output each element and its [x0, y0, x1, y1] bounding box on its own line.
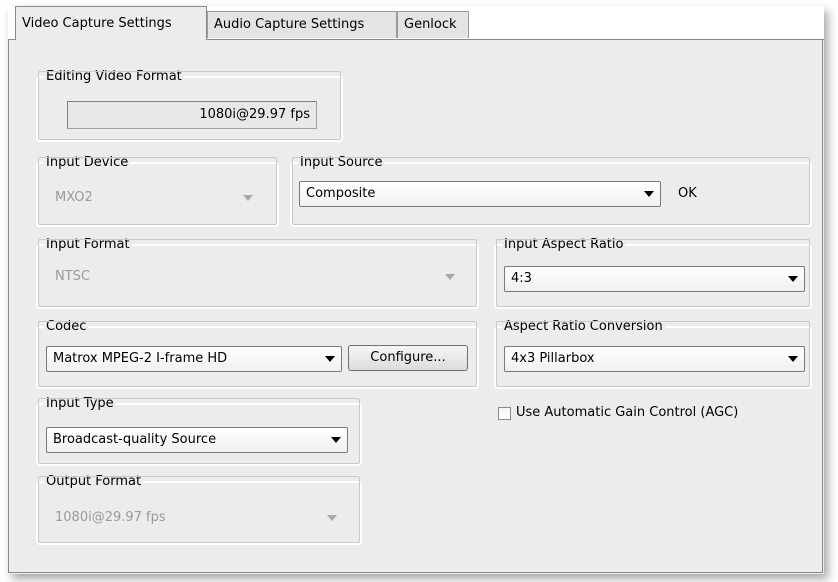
output-format-legend: Output Format	[46, 474, 142, 489]
output-format-value: 1080i@29.97 fps	[55, 510, 166, 525]
input-format-legend: Input Format	[46, 237, 130, 252]
input-format-dropdown[interactable]: NTSC	[48, 264, 462, 290]
input-device-value: MXO2	[55, 190, 93, 205]
aspect-ratio-conversion-legend: Aspect Ratio Conversion	[504, 319, 663, 334]
aspect-ratio-conversion-value: 4x3 Pillarbox	[511, 351, 595, 366]
chevron-down-icon	[325, 356, 335, 362]
chevron-down-icon	[327, 515, 337, 521]
chevron-down-icon	[788, 356, 798, 362]
capture-settings-window: Video Capture Settings Audio Capture Set…	[8, 6, 824, 574]
input-device-legend: Input Device	[46, 155, 129, 170]
input-type-value: Broadcast-quality Source	[53, 432, 217, 447]
codec-value: Matrox MPEG-2 I-frame HD	[53, 351, 228, 366]
chevron-down-icon	[243, 195, 253, 201]
tab-genlock[interactable]: Genlock	[397, 11, 469, 38]
chevron-down-icon	[788, 276, 798, 282]
tab-audio-capture-settings[interactable]: Audio Capture Settings	[207, 11, 397, 38]
input-aspect-ratio-legend: Input Aspect Ratio	[504, 237, 624, 252]
input-aspect-ratio-value: 4:3	[511, 271, 532, 286]
input-type-legend: Input Type	[46, 396, 114, 411]
tab-bar: Video Capture Settings Audio Capture Set…	[8, 6, 824, 40]
editing-video-format-field: 1080i@29.97 fps	[67, 101, 317, 129]
input-source-dropdown[interactable]: Composite	[299, 181, 661, 207]
chevron-down-icon	[331, 437, 341, 443]
input-source-value: Composite	[306, 186, 376, 201]
input-source-legend: Input Source	[300, 155, 383, 170]
aspect-ratio-conversion-dropdown[interactable]: 4x3 Pillarbox	[504, 346, 805, 372]
output-format-dropdown[interactable]: 1080i@29.97 fps	[48, 505, 344, 531]
tab-panel-video-capture: Editing Video Format 1080i@29.97 fps Inp…	[8, 40, 823, 573]
input-source-status: OK	[678, 186, 697, 201]
input-type-dropdown[interactable]: Broadcast-quality Source	[46, 427, 348, 453]
chevron-down-icon	[445, 274, 455, 280]
configure-button[interactable]: Configure...	[348, 345, 468, 371]
editing-video-format-legend: Editing Video Format	[46, 69, 182, 84]
input-format-value: NTSC	[55, 269, 90, 284]
codec-legend: Codec	[46, 319, 87, 334]
input-aspect-ratio-dropdown[interactable]: 4:3	[504, 266, 805, 292]
input-device-dropdown[interactable]: MXO2	[48, 185, 260, 211]
codec-dropdown[interactable]: Matrox MPEG-2 I-frame HD	[46, 346, 342, 372]
agc-checkbox[interactable]	[498, 407, 511, 420]
chevron-down-icon	[644, 191, 654, 197]
tab-video-capture-settings[interactable]: Video Capture Settings	[15, 6, 207, 40]
agc-label[interactable]: Use Automatic Gain Control (AGC)	[516, 405, 738, 420]
